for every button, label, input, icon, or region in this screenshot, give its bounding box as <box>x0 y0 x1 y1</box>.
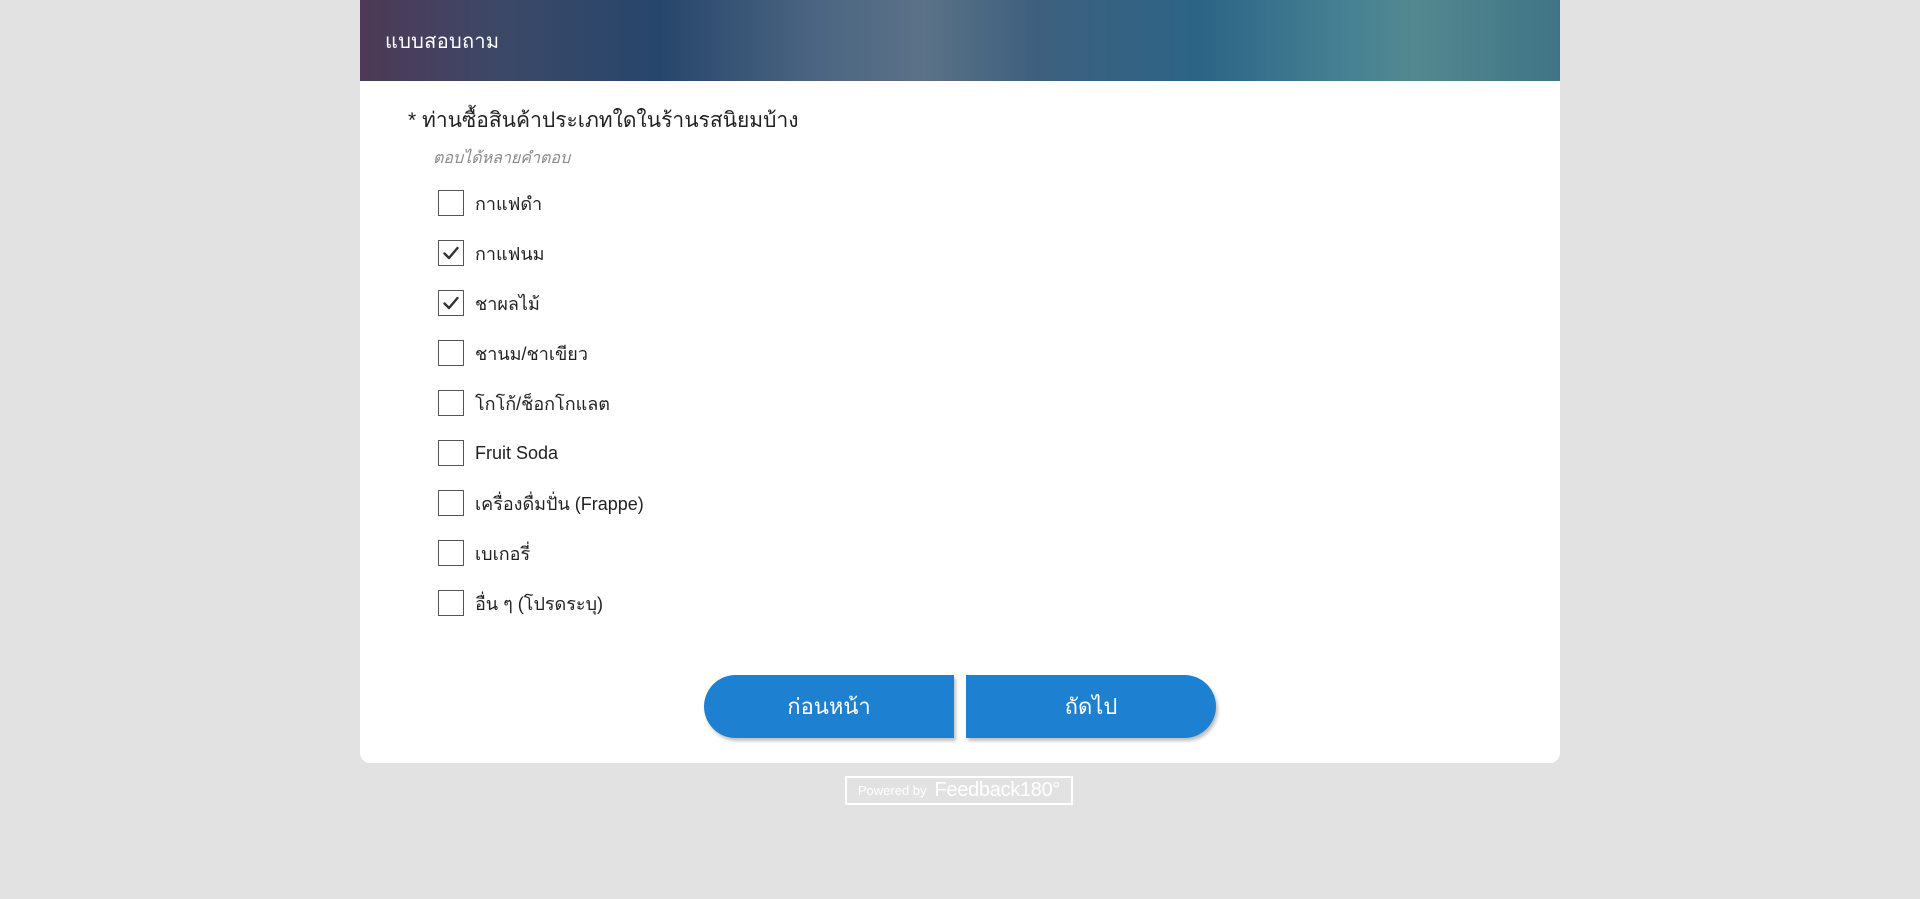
survey-card: แบบสอบถาม * ท่านซื้อสินค้าประเภทใดในร้าน… <box>360 0 1560 763</box>
option-label: อื่น ๆ (โปรดระบุ) <box>475 593 603 614</box>
checkbox[interactable] <box>438 590 464 616</box>
checkbox[interactable] <box>438 340 464 366</box>
checkbox[interactable] <box>438 390 464 416</box>
option-label: เบเกอรี่ <box>475 543 531 564</box>
check-icon <box>443 246 459 260</box>
option-black-coffee[interactable]: กาแฟดำ <box>438 186 644 236</box>
option-label: โกโก้/ช็อกโกแลต <box>475 393 610 414</box>
option-other[interactable]: อื่น ๆ (โปรดระบุ) <box>438 586 644 636</box>
checkbox[interactable] <box>438 190 464 216</box>
option-fruit-tea[interactable]: ชาผลไม้ <box>438 286 644 336</box>
option-bakery[interactable]: เบเกอรี่ <box>438 536 644 586</box>
option-label: กาแฟดำ <box>475 193 543 214</box>
option-label: กาแฟนม <box>475 243 545 264</box>
options-list: กาแฟดำ กาแฟนม ชาผลไม้ ชานม/ชาเขียว โกโก้… <box>438 186 644 636</box>
checkbox[interactable] <box>438 490 464 516</box>
survey-title: แบบสอบถาม <box>385 30 500 53</box>
checkbox[interactable] <box>438 540 464 566</box>
survey-header: แบบสอบถาม <box>360 0 1560 81</box>
powered-by-text: Powered by <box>857 783 927 798</box>
option-milk-tea[interactable]: ชานม/ชาเขียว <box>438 336 644 386</box>
checkbox[interactable] <box>438 290 464 316</box>
option-label: ชาผลไม้ <box>475 293 540 314</box>
option-cocoa[interactable]: โกโก้/ช็อกโกแลต <box>438 386 644 436</box>
checkbox[interactable] <box>438 240 464 266</box>
question-hint: ตอบได้หลายคำตอบ <box>433 150 571 167</box>
powered-by-badge[interactable]: Powered by Feedback180° <box>845 776 1073 805</box>
next-button[interactable]: ถัดไป <box>966 675 1216 738</box>
checkbox[interactable] <box>438 440 464 466</box>
option-label: เครื่องดื่มปั่น (Frappe) <box>475 493 644 514</box>
navigation-buttons: ก่อนหน้า ถัดไป <box>704 675 1216 738</box>
previous-button[interactable]: ก่อนหน้า <box>704 675 954 738</box>
question-text: * ท่านซื้อสินค้าประเภทใดในร้านรสนิยมบ้าง <box>408 109 799 132</box>
option-fruit-soda[interactable]: Fruit Soda <box>438 436 644 486</box>
check-icon <box>443 296 459 310</box>
option-label: ชานม/ชาเขียว <box>475 343 588 364</box>
brand-logo: Feedback180° <box>934 779 1061 801</box>
option-milk-coffee[interactable]: กาแฟนม <box>438 236 644 286</box>
option-label: Fruit Soda <box>475 442 559 463</box>
option-frappe[interactable]: เครื่องดื่มปั่น (Frappe) <box>438 486 644 536</box>
